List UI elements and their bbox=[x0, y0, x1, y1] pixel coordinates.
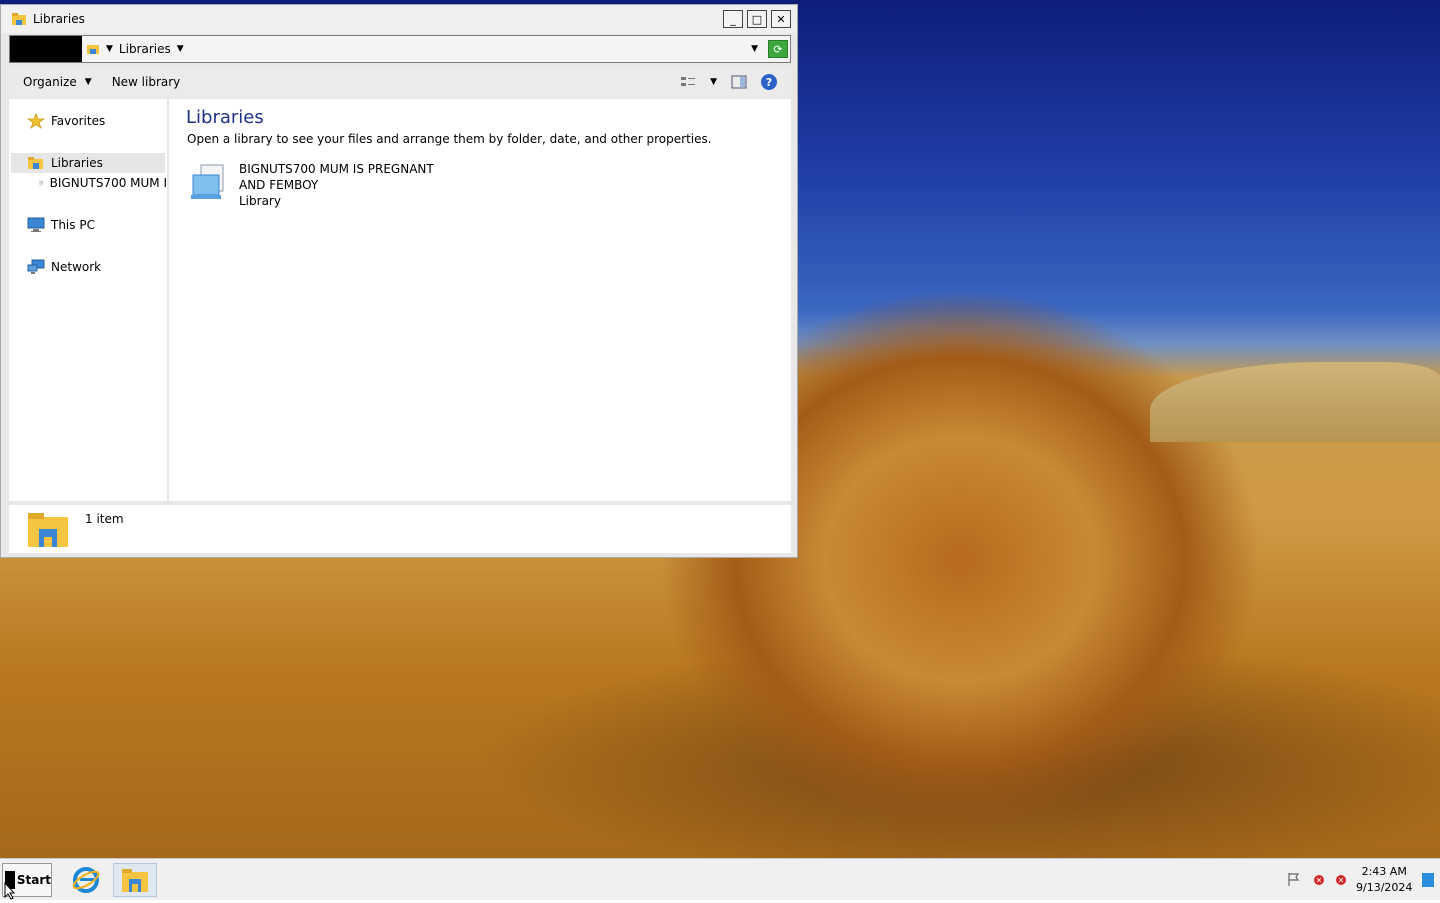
chevron-down-icon: ▼ bbox=[85, 77, 92, 87]
title-bar[interactable]: Libraries _ □ ✕ bbox=[1, 5, 797, 33]
item-count: 1 item bbox=[85, 512, 124, 526]
clock-date: 9/13/2024 bbox=[1356, 880, 1412, 896]
maximize-button[interactable]: □ bbox=[747, 10, 767, 28]
libraries-folder-icon bbox=[11, 12, 27, 26]
page-description: Open a library to see your files and arr… bbox=[187, 132, 712, 146]
file-explorer-icon bbox=[121, 867, 149, 893]
internet-explorer-icon bbox=[71, 865, 101, 895]
organize-label: Organize bbox=[23, 75, 77, 89]
network-icon bbox=[27, 259, 45, 275]
star-icon bbox=[27, 113, 45, 129]
library-item[interactable]: BIGNUTS700 MUM IS PREGNANT AND FEMBOY Li… bbox=[187, 161, 434, 209]
clock-time: 2:43 AM bbox=[1356, 864, 1412, 880]
close-button[interactable]: ✕ bbox=[771, 10, 791, 28]
window-title: Libraries bbox=[33, 12, 85, 26]
command-bar: Organize ▼ New library ▼ ? bbox=[9, 67, 791, 97]
volume-error-icon[interactable]: ✕ bbox=[1336, 875, 1346, 885]
nav-label-favorites: Favorites bbox=[51, 114, 105, 128]
new-library-button[interactable]: New library bbox=[112, 75, 181, 89]
clock[interactable]: 2:43 AM 9/13/2024 bbox=[1356, 864, 1412, 896]
libraries-icon bbox=[86, 43, 100, 55]
nav-label-network: Network bbox=[51, 260, 101, 274]
details-pane: 1 item bbox=[9, 505, 791, 553]
nav-item-network[interactable]: Network bbox=[27, 259, 101, 275]
breadcrumb-dropdown-arrow[interactable]: ▼ bbox=[177, 44, 184, 54]
nav-item-libraries[interactable]: Libraries bbox=[11, 153, 165, 173]
navigation-pane: Favorites Libraries BIGNUTS700 MUM I bbox=[9, 99, 167, 501]
nav-item-favorites[interactable]: Favorites bbox=[27, 113, 105, 129]
show-desktop-button[interactable] bbox=[1422, 873, 1434, 887]
library-name-line1: BIGNUTS700 MUM IS PREGNANT bbox=[239, 161, 434, 177]
address-history-dropdown[interactable]: ▼ bbox=[751, 44, 758, 54]
library-icon bbox=[187, 161, 231, 205]
address-bar[interactable]: ▼ Libraries ▼ ▼ ⟳ bbox=[9, 35, 791, 63]
organize-button[interactable]: Organize ▼ bbox=[23, 75, 92, 89]
view-options-icon[interactable] bbox=[680, 75, 696, 89]
libraries-folder-icon bbox=[27, 156, 45, 170]
taskbar: Start ✕ ✕ 2:43 AM 9/13/2024 bbox=[0, 858, 1440, 900]
content-pane: Libraries Open a library to see your fil… bbox=[169, 99, 791, 501]
computer-icon bbox=[27, 217, 45, 233]
page-title: Libraries bbox=[186, 107, 264, 128]
action-center-flag-icon[interactable] bbox=[1286, 871, 1302, 890]
taskbar-internet-explorer[interactable] bbox=[64, 863, 108, 897]
refresh-button[interactable]: ⟳ bbox=[768, 40, 788, 58]
breadcrumb-libraries[interactable]: Libraries bbox=[119, 42, 171, 56]
nav-label-library-child: BIGNUTS700 MUM I bbox=[50, 176, 167, 190]
nav-item-this-pc[interactable]: This PC bbox=[27, 217, 95, 233]
new-library-label: New library bbox=[112, 75, 181, 89]
network-error-icon[interactable]: ✕ bbox=[1314, 875, 1324, 885]
library-type: Library bbox=[239, 193, 434, 209]
minimize-button[interactable]: _ bbox=[723, 10, 743, 28]
nav-label-libraries: Libraries bbox=[51, 156, 103, 170]
wallpaper-hill bbox=[1150, 362, 1440, 442]
library-document-icon bbox=[39, 175, 44, 191]
taskbar-file-explorer[interactable] bbox=[113, 863, 157, 897]
libraries-window: Libraries _ □ ✕ ▼ Libraries ▼ ▼ ⟳ Organi… bbox=[0, 4, 798, 558]
libraries-large-icon bbox=[27, 511, 69, 549]
system-tray: ✕ ✕ 2:43 AM 9/13/2024 bbox=[1280, 863, 1440, 897]
library-name-line2: AND FEMBOY bbox=[239, 177, 434, 193]
breadcrumb-arrow[interactable]: ▼ bbox=[106, 44, 113, 54]
nav-item-library-child[interactable]: BIGNUTS700 MUM I bbox=[39, 175, 167, 191]
start-label: Start bbox=[17, 873, 51, 887]
back-forward-buttons[interactable] bbox=[10, 36, 82, 62]
nav-label-this-pc: This PC bbox=[51, 218, 95, 232]
view-dropdown-icon[interactable]: ▼ bbox=[710, 77, 717, 87]
preview-pane-icon[interactable] bbox=[731, 75, 747, 89]
help-icon[interactable]: ? bbox=[761, 74, 777, 90]
